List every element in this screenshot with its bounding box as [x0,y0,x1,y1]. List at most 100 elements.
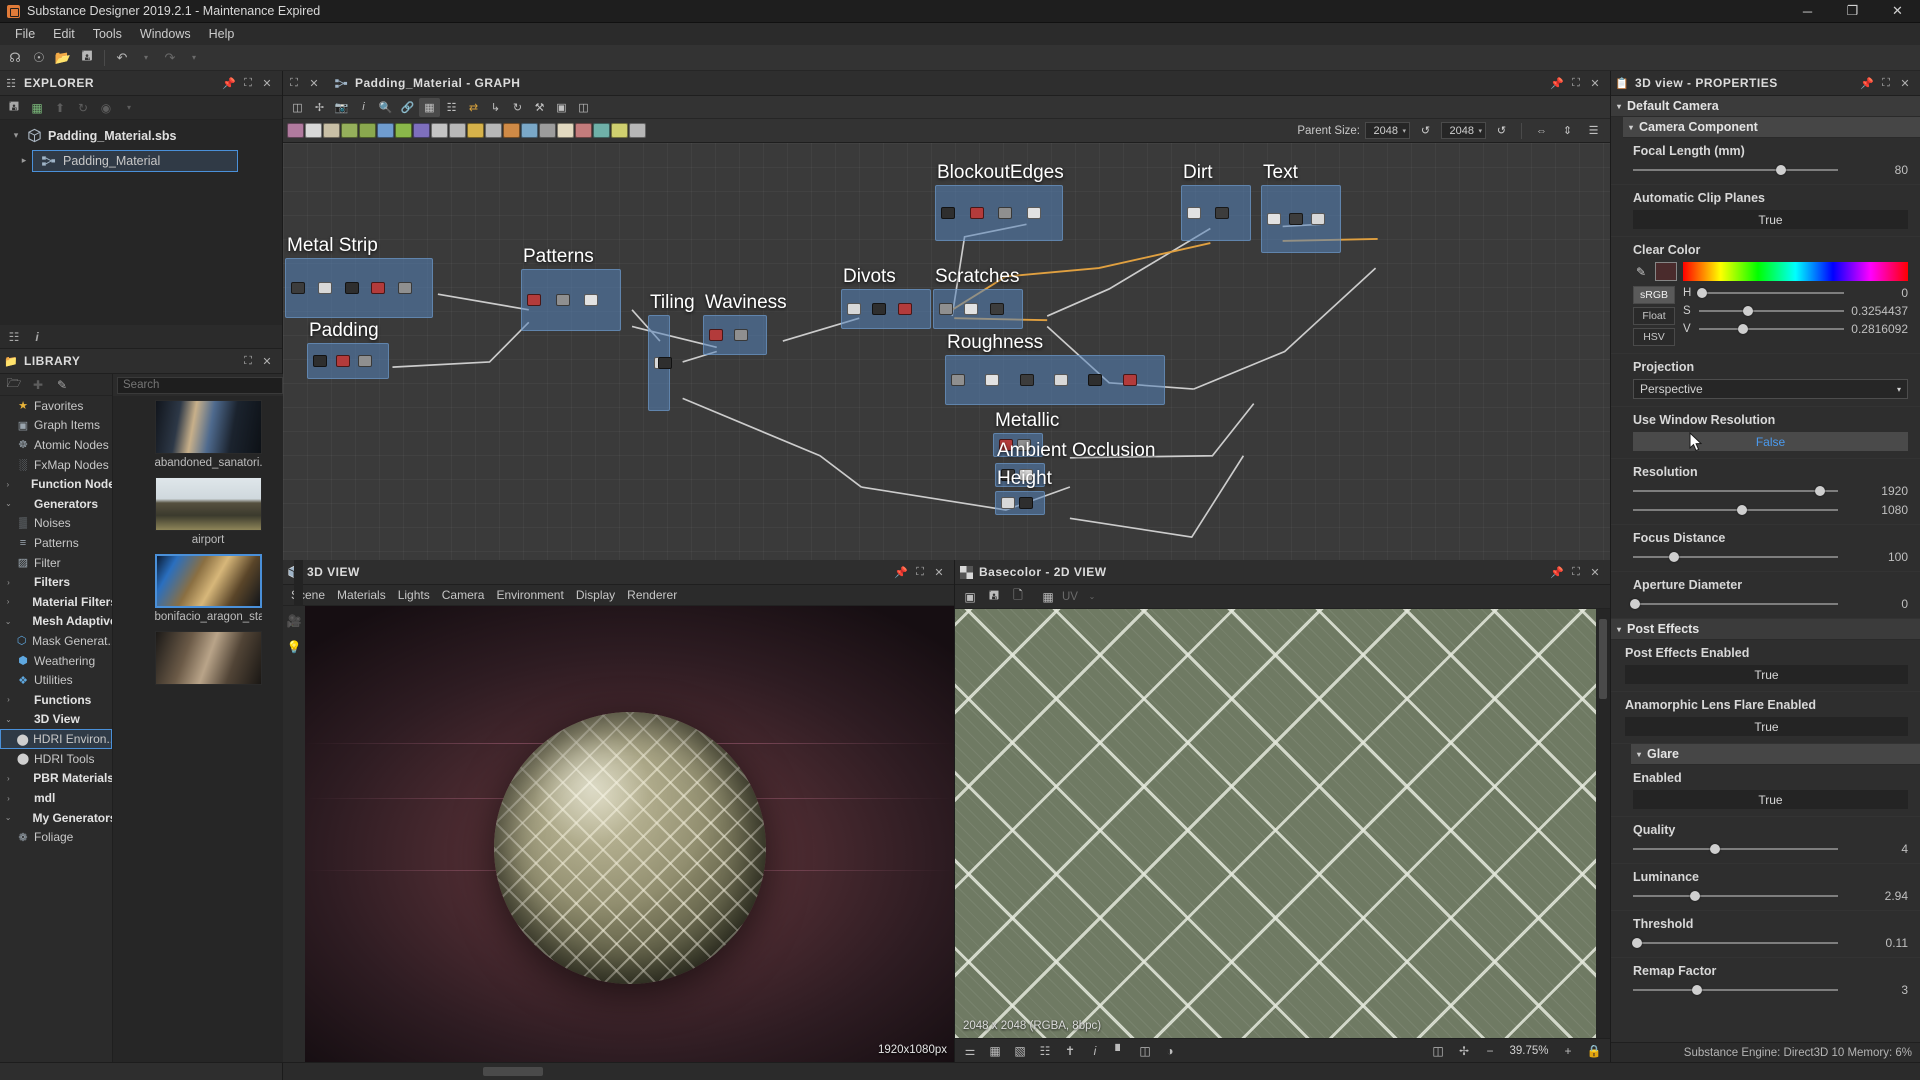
graph-node[interactable] [734,329,748,341]
node-palette-swatch[interactable] [593,123,610,138]
channel-v-slider[interactable] [1699,323,1844,335]
chevron-down-icon[interactable]: ▾ [8,130,24,141]
node-palette-swatch[interactable] [305,123,322,138]
graph-node[interactable] [951,374,965,386]
library-item-noises[interactable]: ▒ Noises [0,514,112,534]
aperture-diameter-slider[interactable] [1630,598,1838,610]
library-item-generators[interactable]: ⌄ Generators [0,494,112,514]
align-icon[interactable]: ⇔ [1531,121,1552,140]
library-item-material-filters[interactable]: › Material Filters [0,592,112,612]
maximize-icon[interactable]: ❐ [1830,0,1875,22]
library-item-function-nodes[interactable]: › Function Nodes [0,474,112,494]
library-item-pbr-materials[interactable]: › PBR Materials [0,769,112,789]
reimport-icon[interactable]: ↻ [74,99,92,117]
save-icon[interactable]: 🖪 [5,99,23,117]
view2d-scrollbar[interactable] [1596,609,1610,1038]
edit-icon[interactable]: ✎ [53,376,71,394]
channel-h-slider[interactable] [1696,287,1844,299]
library-item-functions[interactable]: › Functions [0,690,112,710]
duplicate-view-icon[interactable]: ▣ [960,587,980,606]
pin-icon[interactable]: 📌 [1860,76,1874,90]
info-icon[interactable]: i [353,98,374,117]
anamorphic-lens-flare-toggle[interactable]: True [1625,717,1908,736]
library-item-utilities[interactable]: ❖ Utilities [0,670,112,690]
chevron-down-icon[interactable]: ⌄ [2,617,14,626]
library-item-filter[interactable]: ▨ Filter [0,553,112,573]
camera-icon[interactable]: 📷 [331,98,352,117]
aperture-diameter-value[interactable]: 0 [1846,597,1908,611]
tiling-icon[interactable]: ☷ [1035,1041,1055,1060]
graph-canvas[interactable]: Metal Strip Patterns Padding Tiling Waviness… [283,143,1610,560]
chevron-right-icon[interactable]: › [2,597,14,606]
view3d-menu-lights[interactable]: Lights [398,587,438,603]
quality-value[interactable]: 4 [1846,842,1908,856]
graph-node[interactable] [1019,497,1033,509]
library-item-graph-items[interactable]: ▣ Graph Items [0,416,112,436]
refresh-icon[interactable]: ↻ [507,98,528,117]
copy-icon[interactable]: 🗋 [1008,587,1028,606]
save-icon[interactable]: 🖪 [984,587,1004,606]
luminance-value[interactable]: 2.94 [1846,889,1908,903]
alpha-icon[interactable]: ▦ [985,1041,1005,1060]
compare-icon[interactable]: ◫ [1135,1041,1155,1060]
restore-icon[interactable]: ⛶ [1879,76,1893,90]
quality-slider[interactable] [1633,843,1838,855]
graph-node[interactable] [358,355,373,367]
add-icon[interactable]: ✚ [29,376,47,394]
remap-factor-value[interactable]: 3 [1846,983,1908,997]
substance-icon[interactable]: ▦ [28,99,46,117]
graph-node[interactable] [291,282,305,294]
graph-node[interactable] [1215,207,1229,219]
link-icon[interactable]: ↺ [1415,121,1436,140]
zoom-out-icon[interactable]: − [1480,1041,1500,1060]
new-package-icon[interactable]: ☉ [28,47,50,69]
post-effects-enabled-toggle[interactable]: True [1625,665,1908,684]
reset-icon[interactable]: ↺ [1491,121,1512,140]
light-icon[interactable]: 💡 [287,640,302,654]
zoom-level[interactable]: 39.75% [1506,1045,1552,1057]
distribute-icon[interactable]: ⇕ [1557,121,1578,140]
library-item-hdri-tools[interactable]: ⬤ HDRI Tools [0,749,112,769]
pin-icon[interactable]: 📌 [1550,565,1564,579]
library-item-mesh-adaptive[interactable]: ⌄ Mesh Adaptive [0,612,112,632]
color-mode-srgb[interactable]: sRGB [1633,286,1675,304]
graph-node-icon[interactable]: ▦ [419,97,440,117]
clear-color-swatch[interactable] [1655,262,1677,281]
eyedropper-icon[interactable]: ✎ [1633,264,1649,280]
node-palette-swatch[interactable] [287,123,304,138]
resolution-width-slider[interactable] [1633,485,1838,497]
graph-node[interactable] [398,282,413,294]
node-palette-swatch[interactable] [539,123,556,138]
search-input[interactable] [117,376,283,394]
focal-length-slider[interactable] [1633,164,1838,176]
close-tab-icon[interactable]: ✕ [307,76,321,90]
graph-node[interactable] [584,294,599,306]
pin-icon[interactable]: 📌 [1550,76,1564,90]
chevron-right-icon[interactable]: › [2,578,15,587]
graph-node[interactable] [941,207,955,219]
open-folder-icon[interactable]: 📂 [52,47,74,69]
node-palette-swatch[interactable] [377,123,394,138]
graph-node[interactable] [847,303,861,315]
focus-distance-value[interactable]: 100 [1846,550,1908,564]
chevron-right-icon[interactable]: › [2,480,14,489]
section-default-camera[interactable]: ▾ Default Camera [1611,96,1920,117]
resolution-height-slider[interactable] [1633,504,1838,516]
graph-node[interactable] [1001,497,1015,509]
section-post-effects[interactable]: ▾ Post Effects [1611,619,1920,640]
view3d-menu-renderer[interactable]: Renderer [627,587,685,603]
graph-node[interactable] [1088,374,1103,386]
graph-node[interactable] [527,294,541,306]
view2d-canvas[interactable]: 2048 x 2048 (RGBA, 8bpc) [955,609,1596,1038]
close-icon[interactable]: ✕ [1875,0,1920,22]
node-palette-swatch[interactable] [359,123,376,138]
graph-node[interactable] [317,282,332,294]
zoom-in-icon[interactable]: + [1558,1041,1578,1060]
add-resource-icon[interactable]: ◉ [97,99,115,117]
chevron-down-icon[interactable]: ▾ [120,99,138,117]
node-palette-swatch[interactable] [449,123,466,138]
redo-icon[interactable]: ↷ [159,47,181,69]
graph-node[interactable] [998,207,1012,219]
graph-node[interactable] [709,329,723,341]
hdri-thumbnail-item[interactable]: airport [154,477,262,548]
